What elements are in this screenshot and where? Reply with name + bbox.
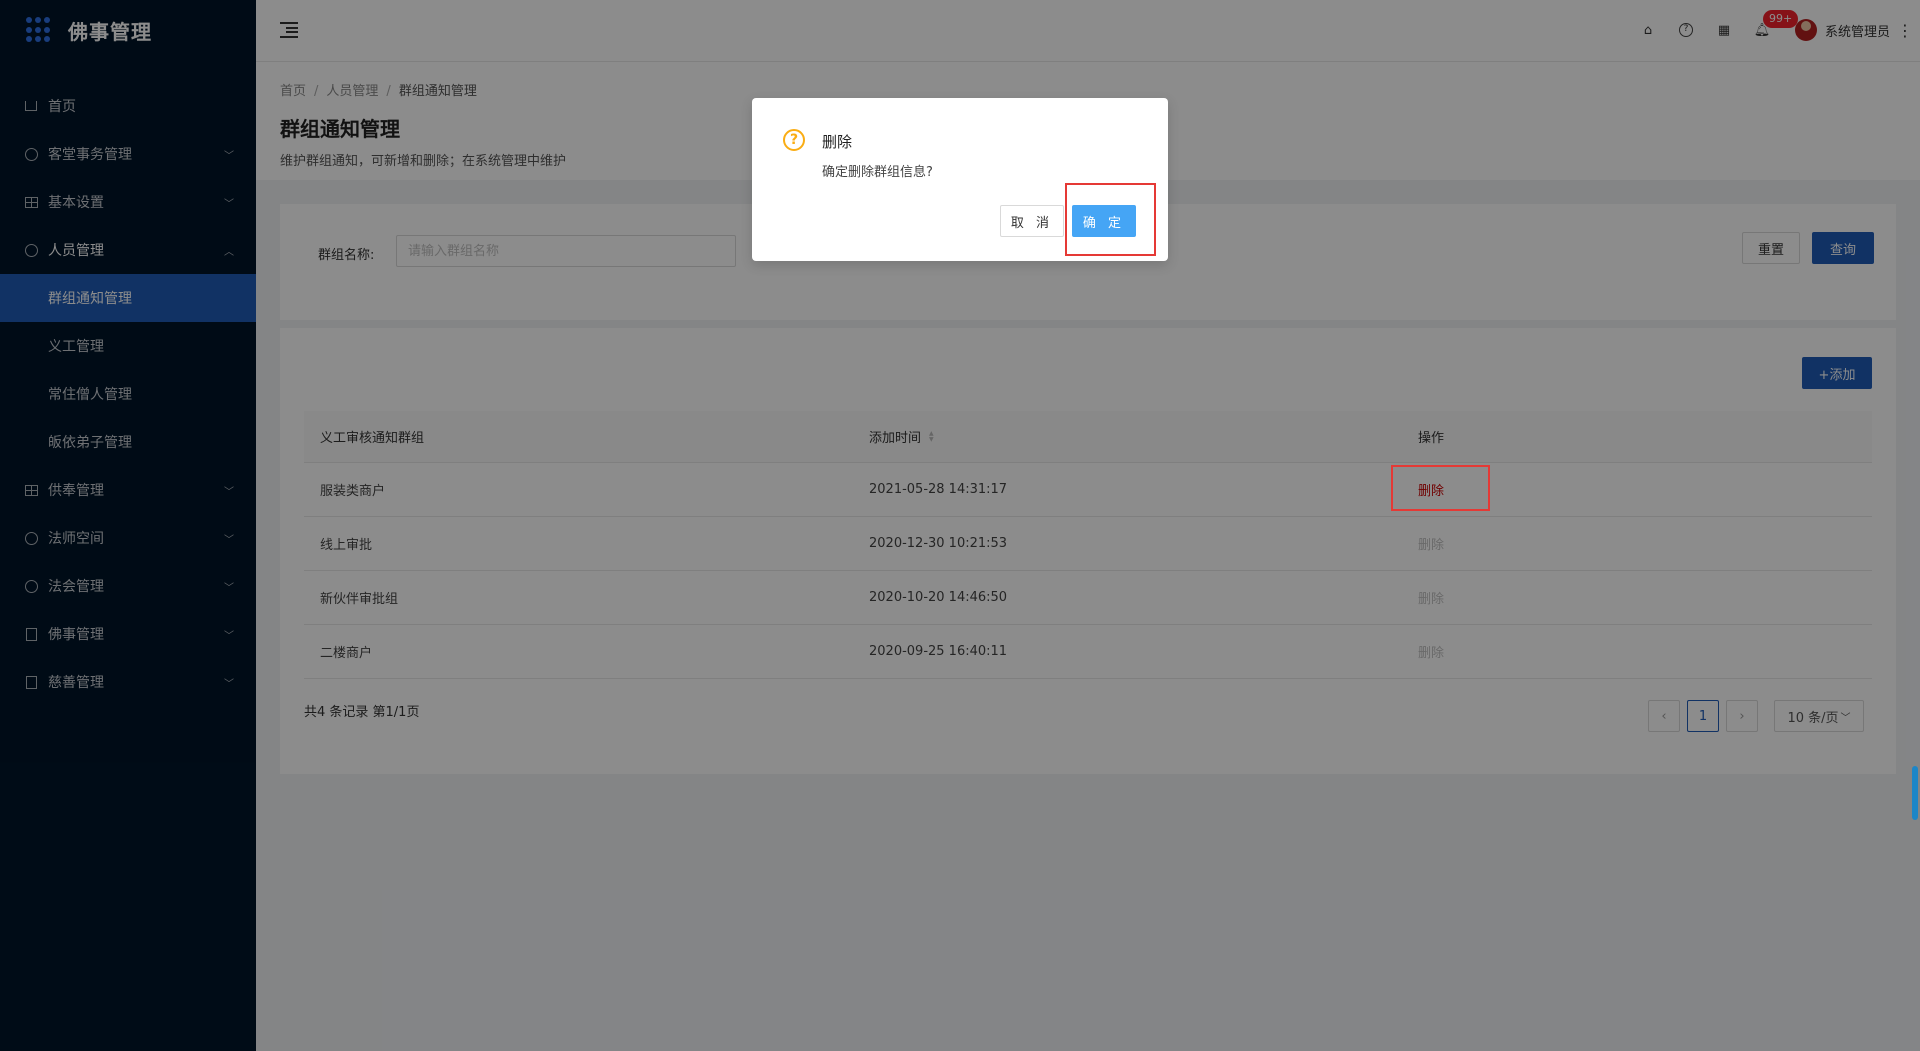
cancel-button[interactable]: 取 消: [1000, 205, 1064, 237]
annotation-highlight-delete: [1391, 465, 1490, 511]
dialog-title: 删除: [822, 133, 853, 151]
scrollbar-thumb[interactable]: [1912, 766, 1918, 820]
question-circle-icon: ?: [783, 129, 805, 151]
annotation-highlight-confirm: [1065, 183, 1156, 256]
dialog-message: 确定删除群组信息?: [822, 165, 933, 180]
